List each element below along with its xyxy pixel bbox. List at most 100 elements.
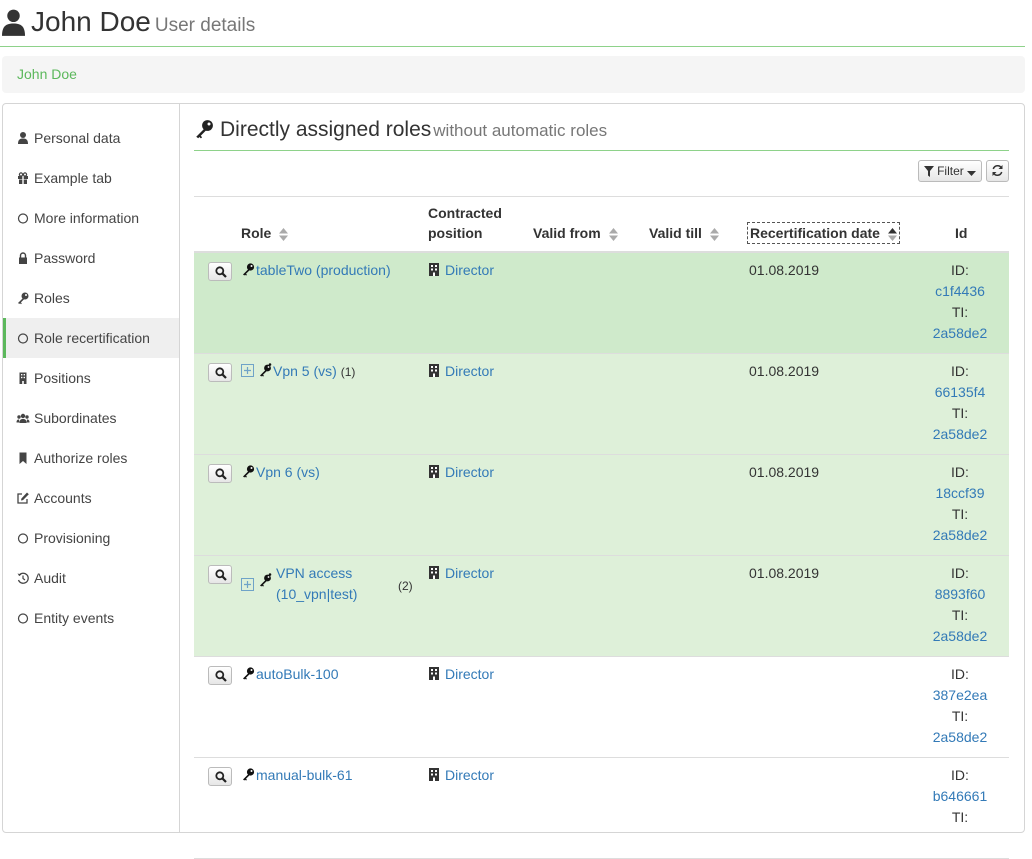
search-icon xyxy=(215,670,227,682)
role-link[interactable]: autoBulk-100 xyxy=(256,666,339,682)
sidebar-item-entity-events[interactable]: Entity events xyxy=(3,598,179,638)
role-link[interactable]: manual-bulk-61 xyxy=(256,767,353,783)
row-detail-button[interactable] xyxy=(208,767,232,786)
user-icon xyxy=(18,132,28,144)
ti-link[interactable]: 2a58de2 xyxy=(933,628,988,644)
id-link[interactable]: 387e2ea xyxy=(933,687,988,703)
sidebar-item-label: Accounts xyxy=(34,490,92,506)
column-header-label: Role xyxy=(241,225,272,241)
key-icon xyxy=(243,768,255,781)
column-header-contracted-position[interactable]: Contracted position xyxy=(428,203,502,243)
table-row[interactable]: Vpn 5 (vs) (1) Director 01.08.2019 ID: 6… xyxy=(194,354,1009,455)
expand-icon[interactable] xyxy=(241,364,254,377)
row-detail-button[interactable] xyxy=(208,666,232,685)
id-cell: ID: 8893f60 TI: 2a58de2 xyxy=(910,563,1010,647)
sidebar-item-audit[interactable]: Audit xyxy=(3,558,179,598)
row-detail-button[interactable] xyxy=(208,464,232,483)
sidebar-item-accounts[interactable]: Accounts xyxy=(3,478,179,518)
role-link[interactable]: Vpn 5 (vs) xyxy=(273,363,337,379)
sidebar-item-role-recertification[interactable]: Role recertification xyxy=(3,318,179,358)
id-label: ID: xyxy=(951,666,969,682)
row-detail-button[interactable] xyxy=(208,565,232,584)
position-link[interactable]: Director xyxy=(445,666,494,682)
id-label: ID: xyxy=(951,464,969,480)
id-link[interactable]: b646661 xyxy=(933,788,988,804)
refresh-icon xyxy=(992,165,1003,176)
id-cell: ID: b646661 TI: xyxy=(910,765,1010,828)
id-label: ID: xyxy=(951,767,969,783)
role-link[interactable]: Vpn 6 (vs) xyxy=(256,464,320,480)
column-header-label: position xyxy=(428,225,483,241)
sidebar-item-more-information[interactable]: More information xyxy=(3,198,179,238)
sidebar-item-authorize-roles[interactable]: Authorize roles xyxy=(3,438,179,478)
ti-link[interactable]: 2a58de2 xyxy=(933,325,988,341)
column-header-valid-till[interactable]: Valid till xyxy=(649,223,719,243)
refresh-button[interactable] xyxy=(986,160,1009,182)
role-cell: Vpn 5 (vs) (1) xyxy=(241,361,355,383)
sidebar-item-label: Entity events xyxy=(34,610,115,626)
sidebar-item-subordinates[interactable]: Subordinates xyxy=(3,398,179,438)
position-cell: Director xyxy=(428,664,494,685)
filter-button[interactable]: Filter xyxy=(917,160,983,182)
expand-icon[interactable] xyxy=(241,578,254,591)
sub-role-count: (1) xyxy=(340,365,356,379)
id-link[interactable]: c1f4436 xyxy=(935,283,985,299)
table-row[interactable]: VPN access (10_vpn|test) (2) Director 01.… xyxy=(194,556,1009,657)
id-link[interactable]: 66135f4 xyxy=(935,384,986,400)
sidebar-item-personal-data[interactable]: Personal data xyxy=(3,118,179,158)
position-link[interactable]: Director xyxy=(445,767,494,783)
breadcrumb: John Doe xyxy=(2,56,1025,93)
column-header-recertification-date[interactable]: Recertification date xyxy=(747,222,900,244)
ti-link[interactable]: 2a58de2 xyxy=(933,527,988,543)
position-cell: Director xyxy=(428,260,494,281)
ti-link[interactable]: 2a58de2 xyxy=(933,729,988,745)
search-icon xyxy=(215,367,227,379)
ti-label: TI: xyxy=(951,405,969,421)
composite-key-icon xyxy=(260,363,272,377)
section-title-text: Directly assigned roles xyxy=(220,118,432,141)
sidebar-item-example-tab[interactable]: Example tab xyxy=(3,158,179,198)
column-header-role[interactable]: Role xyxy=(241,223,289,243)
table-row[interactable]: autoBulk-100 Director ID: 387e2ea TI: 2a… xyxy=(194,657,1009,758)
role-cell: tableTwo (production) xyxy=(241,260,391,281)
sidebar-item-label: Example tab xyxy=(34,170,112,186)
table-row[interactable]: tableTwo (production) Director 01.08.201… xyxy=(194,253,1009,354)
sidebar-item-label: Password xyxy=(34,250,96,266)
id-label: ID: xyxy=(951,565,969,581)
content-area: Directly assigned roles without automatic… xyxy=(194,104,1009,859)
sort-ascending-icon xyxy=(887,228,897,241)
search-icon xyxy=(215,468,227,480)
sidebar: Personal data Example tab More informati… xyxy=(3,104,180,832)
sidebar-item-positions[interactable]: Positions xyxy=(3,358,179,398)
sidebar-item-label: Positions xyxy=(34,370,91,386)
column-header-valid-from[interactable]: Valid from xyxy=(533,223,618,243)
breadcrumb-link-user[interactable]: John Doe xyxy=(17,66,77,82)
sidebar-item-label: Audit xyxy=(34,570,66,586)
users-icon xyxy=(16,413,30,423)
table-row[interactable]: Vpn 6 (vs) Director 01.08.2019 ID: 18ccf… xyxy=(194,455,1009,556)
page-subtitle: User details xyxy=(154,15,256,36)
position-link[interactable]: Director xyxy=(445,262,494,278)
row-detail-button[interactable] xyxy=(208,262,232,281)
id-link[interactable]: 18ccf39 xyxy=(935,485,984,501)
id-label: ID: xyxy=(951,262,969,278)
row-detail-button[interactable] xyxy=(208,363,232,382)
sidebar-item-roles[interactable]: Roles xyxy=(3,278,179,318)
position-cell: Director xyxy=(428,361,494,382)
role-link[interactable]: VPN access (10_vpn|test) xyxy=(276,565,357,602)
role-link[interactable]: tableTwo (production) xyxy=(256,262,391,278)
table-row[interactable]: manual-bulk-61 Director ID: b646661 TI: xyxy=(194,758,1009,859)
search-icon xyxy=(215,569,227,581)
key-icon xyxy=(243,465,255,478)
ti-link[interactable]: 2a58de2 xyxy=(933,426,988,442)
table-toolbar: Filter xyxy=(917,160,1009,184)
position-link[interactable]: Director xyxy=(445,565,494,581)
id-link[interactable]: 8893f60 xyxy=(935,586,986,602)
page-title: John Doe User details xyxy=(31,2,255,46)
sidebar-item-password[interactable]: Password xyxy=(3,238,179,278)
position-link[interactable]: Director xyxy=(445,363,494,379)
position-link[interactable]: Director xyxy=(445,464,494,480)
sidebar-item-label: More information xyxy=(34,210,140,226)
sidebar-item-provisioning[interactable]: Provisioning xyxy=(3,518,179,558)
building-icon xyxy=(429,667,439,680)
